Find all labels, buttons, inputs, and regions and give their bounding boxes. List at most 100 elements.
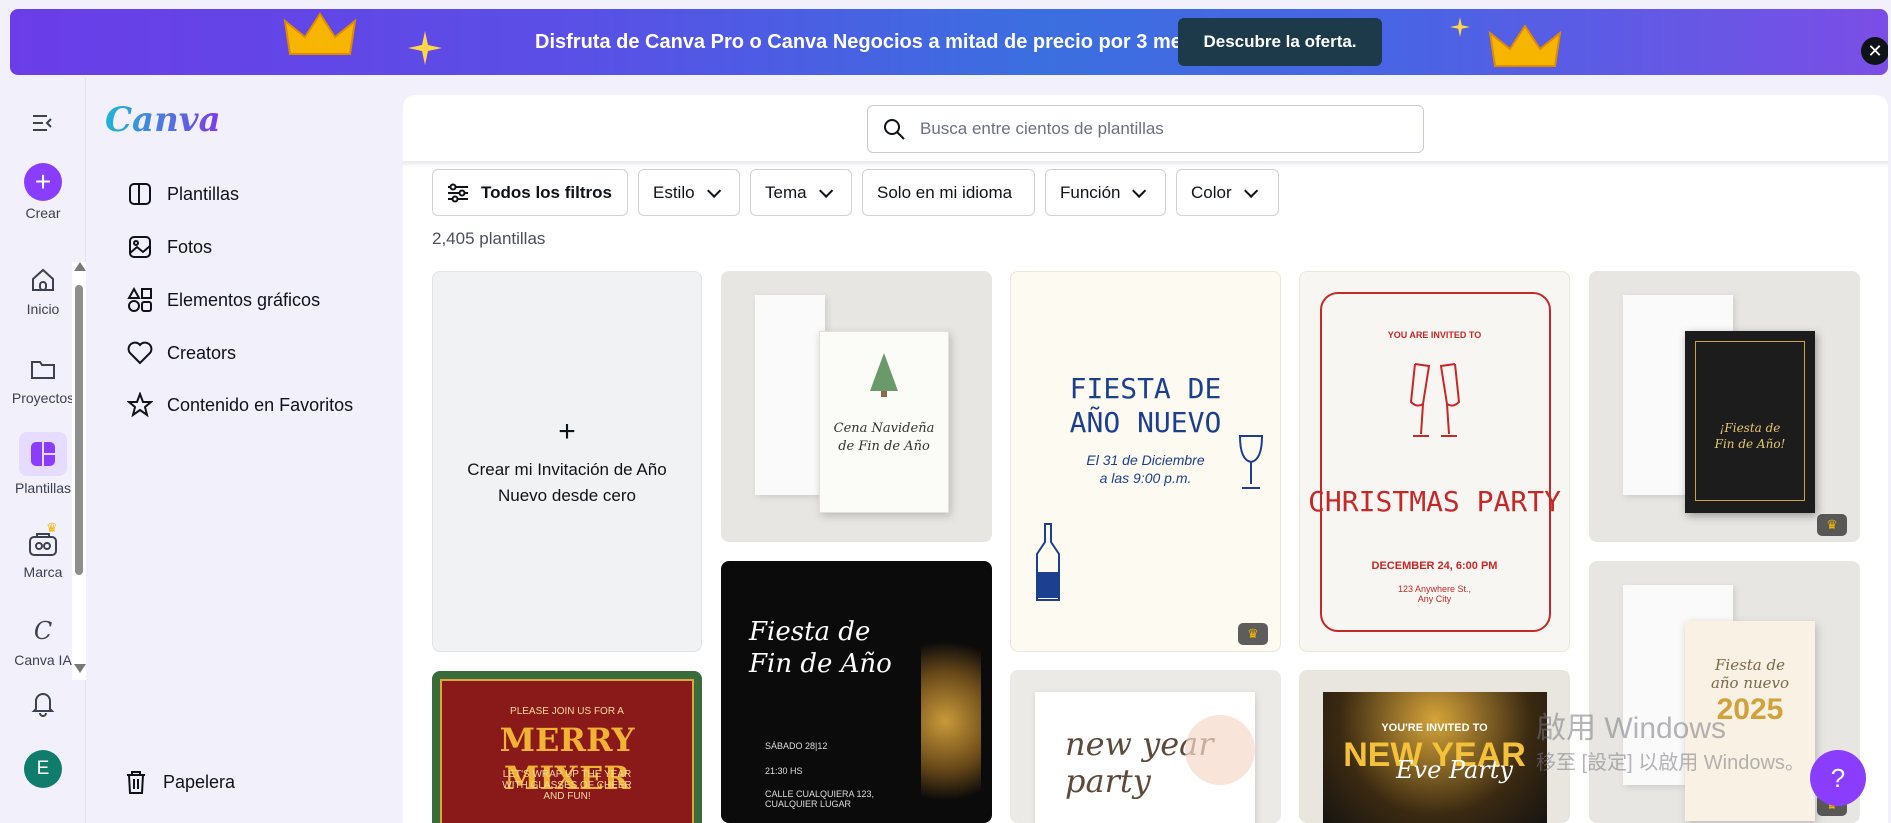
template-title: Fin de Año! [1714,437,1786,451]
scroll-down-icon[interactable] [74,664,86,673]
theme-filter[interactable]: Tema [750,169,852,216]
plus-icon: + [558,414,576,448]
rail-label: Proyectos [11,390,75,406]
template-title: año nuevo [1710,674,1790,692]
canva-ai-icon: C [33,617,53,645]
template-card[interactable]: YOU ARE INVITED TO CHRISTMAS PARTY DECEM… [1299,271,1570,652]
template-title: Fiesta de [1715,656,1785,674]
offer-button[interactable]: Descubre la oferta. [1178,18,1382,66]
star-icon [127,392,153,418]
language-filter[interactable]: Solo en mi idioma [862,169,1035,216]
template-card[interactable]: Cena Navideña de Fin de Año [721,271,992,542]
template-text: DECEMBER 24, 6:00 PM [1371,560,1498,572]
watermark-line: 啟用 Windows [1536,712,1727,745]
filter-label: Color [1191,182,1232,202]
avatar[interactable]: E [24,750,62,788]
side-panel: Canva Plantillas Fotos Elementos gráfico… [87,78,402,823]
template-text: 123 Anywhere St., Any City [1397,584,1472,604]
panel-item-plantillas[interactable]: Plantillas [127,177,239,211]
template-text: CALLE CUALQUIERA 123, CUALQUIER LUGAR [765,789,875,809]
notifications-button[interactable] [0,686,86,724]
crown-icon [283,12,357,55]
create-label: Crear [25,205,61,221]
rail-label: Plantillas [14,480,72,496]
template-card[interactable]: FIESTA DE AÑO NUEVO El 31 de Diciembre a… [1010,271,1281,652]
create-blank-card[interactable]: + Crear mi Invitación de Año Nuevo desde… [432,271,702,652]
panel-item-label: Creators [167,342,237,363]
search-icon [884,119,905,140]
style-filter[interactable]: Estilo [638,169,740,216]
templates-icon [19,432,67,476]
photo-icon [127,234,153,260]
bottle-icon [1036,523,1060,601]
shapes-icon [127,287,153,313]
watermark-line: 移至 [設定] 以啟用 Windows。 [1536,752,1805,774]
template-text: SÁBADO 28|12 [765,741,828,751]
template-title: CHRISTMAS PARTY [1308,485,1561,518]
crown-icon: ♛ [46,520,58,535]
template-title: Fin de Año [749,649,892,679]
wine-glass-icon [1238,435,1264,489]
panel-item-fotos[interactable]: Fotos [127,230,212,264]
rail-label: Marca [23,564,63,580]
chevron-down-icon [1132,183,1147,198]
tree-icon [870,353,898,397]
panel-item-papelera[interactable]: Papelera [123,765,235,799]
filter-label: Todos los filtros [481,182,612,202]
template-card[interactable]: Fiesta de Fin de Año SÁBADO 28|12 21:30 … [721,561,992,823]
chevron-down-icon [1243,183,1258,198]
color-filter[interactable]: Color [1176,169,1279,216]
windows-activation-watermark: 啟用 Windows 移至 [設定] 以啟用 Windows。 [1536,712,1805,780]
chevron-down-icon [706,183,721,198]
search-input[interactable]: Busca entre cientos de plantillas [867,105,1424,153]
create-button[interactable]: + Crear [0,163,86,221]
template-title: Fiesta de [749,617,871,647]
plus-icon: + [24,163,62,201]
template-text: 21:30 HS [765,766,803,776]
template-text: YOU'RE INVITED TO [1381,722,1488,734]
promo-banner: Disfruta de Canva Pro o Canva Negocios a… [10,9,1888,75]
panel-item-creators[interactable]: Creators [127,336,236,370]
function-filter[interactable]: Función [1045,169,1166,216]
trash-icon [123,769,149,795]
all-filters-button[interactable]: Todos los filtros [432,169,628,216]
template-text: LET'S WRAP UP THE YEAR WITH GLASSES OF C… [502,769,632,802]
blank-card-label: Crear mi Invitación de Año Nuevo desde c… [467,459,667,505]
close-icon[interactable]: ✕ [1861,37,1888,65]
template-title: FIESTA DE [1069,372,1222,405]
rail-label: Canva IA [14,652,72,668]
canva-logo[interactable]: Canva [105,100,221,140]
template-title: de Fin de Año [838,439,930,454]
panel-item-label: Fotos [167,236,213,257]
template-title: party [1065,762,1151,800]
header-divider [403,161,1888,167]
template-title: ¡Fiesta de [1719,421,1781,435]
panel-item-favoritos[interactable]: Contenido en Favoritos [127,388,353,422]
template-title: Cena Navideña [833,421,935,436]
banner-text: Disfruta de Canva Pro o Canva Negocios a… [535,31,1221,53]
template-text: YOU ARE INVITED TO [1387,330,1482,340]
filter-label: Solo en mi idioma [877,182,1013,202]
panel-item-label: Plantillas [167,183,240,204]
champagne-glasses-icon [1409,363,1461,437]
sparkle-icon [1450,17,1470,37]
panel-item-label: Elementos gráficos [167,289,321,310]
template-card[interactable]: new year party [1010,670,1281,823]
premium-crown-icon: ♛ [1238,623,1268,645]
home-icon [26,263,60,297]
template-card[interactable]: PLEASE JOIN US FOR A MERRY MIXER LET'S W… [432,671,702,823]
scrollbar-thumb[interactable] [75,285,83,575]
chevron-down-icon [818,183,833,198]
panel-item-label: Contenido en Favoritos [167,394,354,415]
template-card[interactable]: YOU'RE INVITED TO NEW YEAR Eve Party [1299,670,1570,823]
panel-item-elementos[interactable]: Elementos gráficos [127,283,320,317]
help-button[interactable]: ? [1810,750,1866,806]
template-card[interactable]: ¡Fiesta de Fin de Año! ♛ [1589,271,1860,542]
collapse-menu-button[interactable] [0,106,86,144]
filter-label: Estilo [653,182,695,202]
scroll-up-icon[interactable] [74,262,86,271]
menu-collapse-icon [26,106,60,140]
template-count: 2,405 plantillas [432,229,546,248]
panel-item-label: Papelera [163,771,236,792]
filter-label: Función [1060,182,1121,202]
